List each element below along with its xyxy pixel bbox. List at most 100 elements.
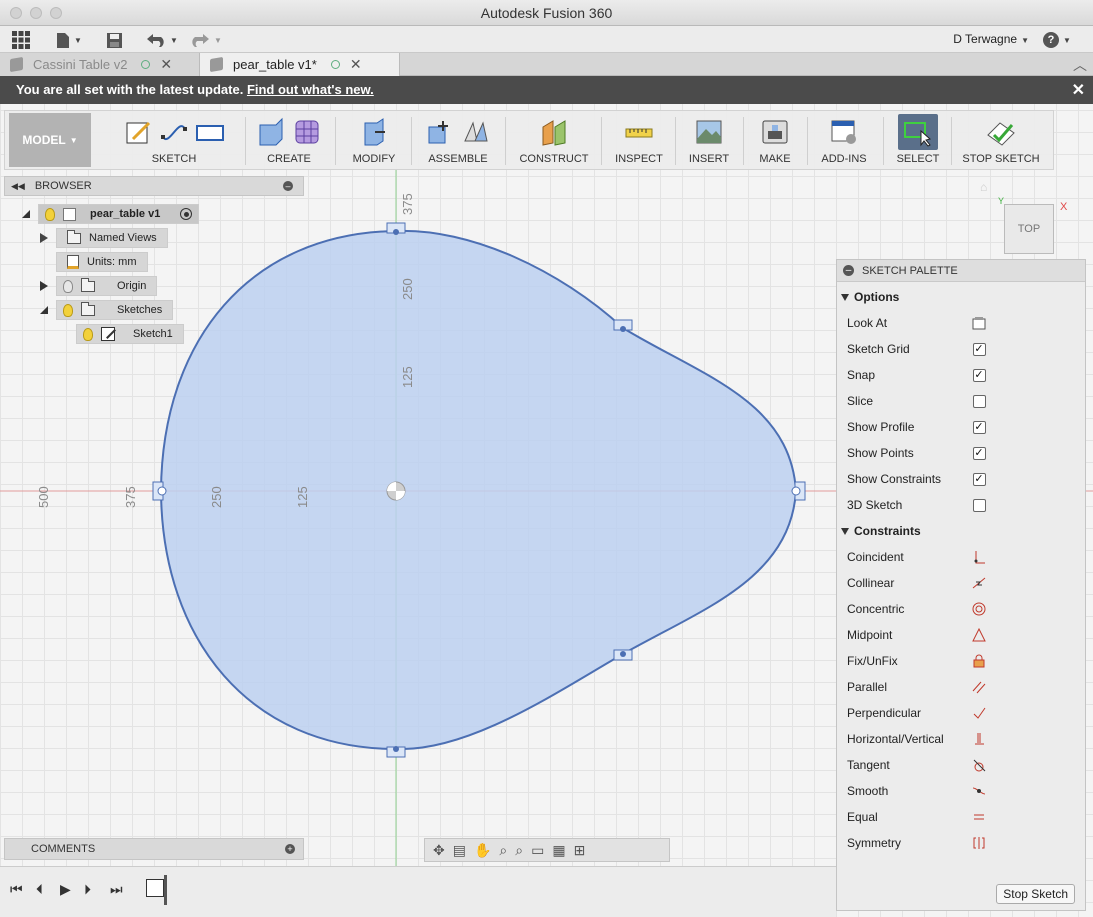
minimize-palette-icon[interactable]: –	[843, 265, 854, 276]
timeline-sketch-icon[interactable]	[146, 879, 164, 897]
file-menu-button[interactable]: ▼	[56, 30, 82, 50]
activate-radio-icon[interactable]	[180, 208, 193, 220]
construct-group[interactable]: CONSTRUCT	[511, 115, 597, 167]
sketch-group[interactable]: SKETCH	[109, 115, 239, 167]
user-menu[interactable]: D Terwagne ▼	[953, 32, 1029, 46]
constraint-collinear[interactable]: Collinear	[847, 573, 1077, 593]
workspace-switcher[interactable]: MODEL ▼	[9, 113, 91, 167]
save-icon[interactable]	[106, 30, 123, 50]
browser-item-named-views[interactable]: Named Views	[40, 228, 168, 248]
constraint-horizontal-vertical[interactable]: Horizontal/Vertical	[847, 729, 1077, 749]
add-ins-group[interactable]: ADD-INS	[811, 115, 877, 167]
sketch-profile[interactable]	[159, 229, 798, 751]
visibility-bulb-icon[interactable]	[45, 207, 55, 221]
close-banner-icon[interactable]: ✕	[1072, 80, 1085, 100]
orbit-icon[interactable]: ✥	[433, 842, 445, 859]
option-show-points[interactable]: Show Points ✓	[847, 443, 1077, 463]
timeline-next-icon[interactable]: ⏵	[84, 881, 91, 898]
add-comment-icon[interactable]: +	[285, 844, 295, 854]
browser-item-units[interactable]: Units: mm	[56, 252, 148, 272]
select-group[interactable]: SELECT	[889, 114, 947, 167]
show-points-checkbox[interactable]: ✓	[972, 446, 986, 460]
select-tool-button[interactable]	[898, 114, 938, 150]
show-constraints-checkbox[interactable]: ✓	[972, 472, 986, 486]
option-show-constraints[interactable]: Show Constraints ✓	[847, 469, 1077, 489]
visibility-bulb-icon[interactable]	[63, 279, 73, 293]
modify-group[interactable]: MODIFY	[341, 115, 407, 167]
browser-item-sketch1[interactable]: Sketch1	[76, 324, 184, 344]
minimize-icon[interactable]: –	[283, 181, 293, 191]
browser-item-origin[interactable]: Origin	[40, 276, 158, 296]
3d-sketch-checkbox[interactable]	[972, 498, 986, 512]
constraint-parallel[interactable]: Parallel	[847, 677, 1077, 697]
collapse-triangle-icon[interactable]	[40, 306, 48, 314]
undo-icon[interactable]: ▼	[146, 30, 178, 50]
look-at-nav-icon[interactable]: ▤	[453, 842, 466, 859]
browser-header[interactable]: ◀◀ BROWSER –	[4, 176, 304, 196]
redo-icon[interactable]: ▼	[190, 30, 222, 50]
expand-triangle-icon[interactable]	[40, 233, 48, 243]
display-settings-icon[interactable]: ▭	[531, 842, 544, 859]
constraint-coincident[interactable]: Coincident	[847, 547, 1077, 567]
viewports-icon[interactable]: ⊞	[574, 842, 586, 859]
insert-group[interactable]: INSERT	[679, 115, 739, 167]
comments-panel-header[interactable]: COMMENTS +	[4, 838, 304, 860]
snap-checkbox[interactable]: ✓	[972, 368, 986, 382]
close-tab-icon[interactable]: ✕	[350, 56, 362, 73]
slice-checkbox[interactable]	[972, 394, 986, 408]
visibility-bulb-icon[interactable]	[83, 327, 93, 341]
stop-sketch-group[interactable]: STOP SKETCH	[957, 115, 1045, 167]
constraint-concentric[interactable]: Concentric	[847, 599, 1077, 619]
show-profile-checkbox[interactable]: ✓	[972, 420, 986, 434]
timeline-first-icon[interactable]: ⏮	[10, 881, 23, 898]
timeline-previous-icon[interactable]: ⏴	[36, 881, 43, 898]
constraint-perpendicular[interactable]: Perpendicular	[847, 703, 1077, 723]
whats-new-link[interactable]: Find out what's new.	[247, 82, 374, 97]
sketch-grid-checkbox[interactable]: ✓	[972, 342, 986, 356]
constraint-equal[interactable]: Equal	[847, 807, 1077, 827]
visibility-bulb-icon[interactable]	[63, 303, 73, 317]
timeline-marker[interactable]	[164, 875, 167, 905]
browser-root[interactable]: pear_table v1	[22, 204, 200, 224]
help-button[interactable]: ? ▼	[1043, 30, 1079, 50]
option-look-at[interactable]: Look At	[847, 313, 1077, 333]
make-group[interactable]: MAKE	[747, 115, 803, 167]
zoom-window-icon[interactable]: ⌕	[515, 842, 523, 859]
option-sketch-grid[interactable]: Sketch Grid ✓	[847, 339, 1077, 359]
form-icon	[295, 120, 319, 144]
constraints-section-header[interactable]: Constraints	[841, 524, 921, 538]
close-tab-icon[interactable]: ✕	[160, 56, 172, 73]
tab-cassini-table[interactable]: Cassini Table v2 ✕	[0, 53, 200, 76]
view-cube[interactable]: TOP	[1004, 204, 1054, 254]
grid-settings-icon[interactable]: ▦	[552, 842, 565, 859]
browser-item-sketches[interactable]: Sketches	[40, 300, 174, 320]
constraint-symmetry[interactable]: Symmetry	[847, 833, 1077, 853]
collapse-triangle-icon[interactable]	[22, 210, 30, 218]
home-view-icon[interactable]: ⌂	[980, 180, 987, 194]
assemble-group[interactable]: ASSEMBLE	[415, 115, 501, 167]
option-3d-sketch[interactable]: 3D Sketch	[847, 495, 1077, 515]
tab-pear-table[interactable]: pear_table v1* ✕	[200, 53, 400, 76]
option-snap[interactable]: Snap ✓	[847, 365, 1077, 385]
look-at-icon[interactable]	[972, 316, 986, 330]
constraint-tangent[interactable]: Tangent	[847, 755, 1077, 775]
app-grid-icon[interactable]	[12, 30, 30, 50]
constraint-fix-unfix[interactable]: Fix/UnFix	[847, 651, 1077, 671]
timeline-last-icon[interactable]: ⏭	[110, 881, 123, 898]
inspect-group[interactable]: INSPECT	[607, 115, 671, 167]
collapse-browser-icon[interactable]: ◀◀	[11, 181, 25, 192]
perpendicular-icon	[972, 706, 986, 720]
options-section-header[interactable]: Options	[841, 290, 899, 304]
option-slice[interactable]: Slice	[847, 391, 1077, 411]
timeline-play-icon[interactable]: ▶	[60, 881, 71, 898]
zoom-icon[interactable]: ⌕	[499, 842, 507, 859]
pan-icon[interactable]: ✋	[474, 842, 491, 859]
expand-triangle-icon[interactable]	[40, 281, 48, 291]
constraint-midpoint[interactable]: Midpoint	[847, 625, 1077, 645]
option-show-profile[interactable]: Show Profile ✓	[847, 417, 1077, 437]
chevron-up-icon[interactable]: ︿	[1073, 55, 1087, 75]
constraint-smooth[interactable]: Smooth	[847, 781, 1077, 801]
palette-header[interactable]: – SKETCH PALETTE	[837, 260, 1085, 282]
create-group[interactable]: CREATE	[249, 115, 329, 167]
stop-sketch-button[interactable]: Stop Sketch	[996, 884, 1075, 904]
